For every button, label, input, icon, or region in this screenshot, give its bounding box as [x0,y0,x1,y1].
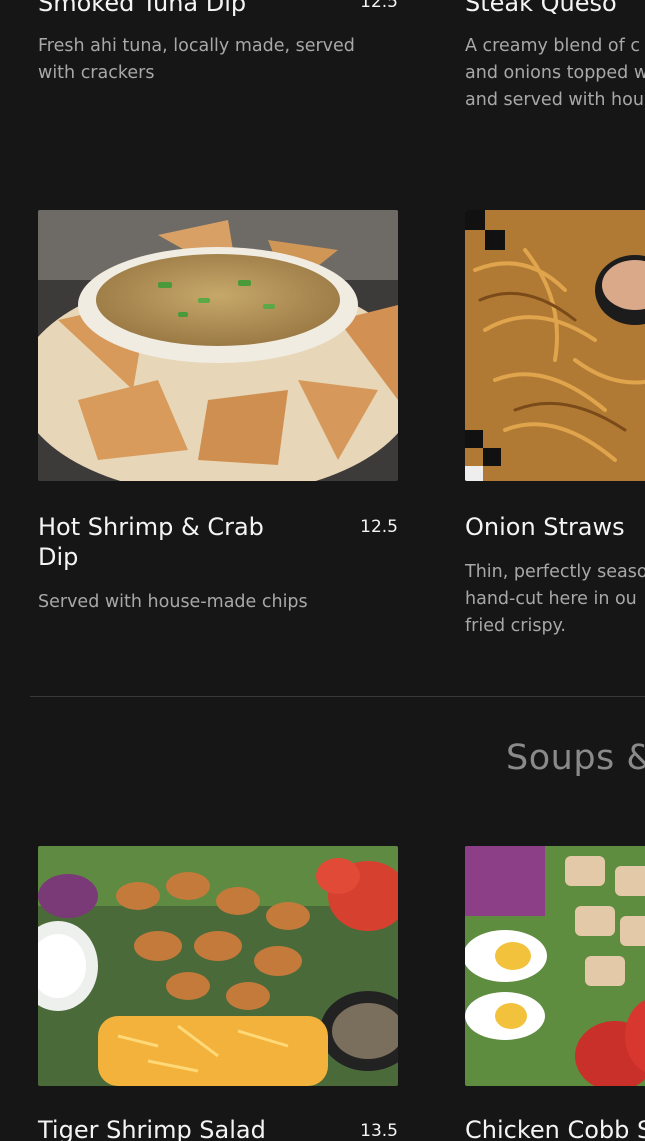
item-title-steak-queso: Steak Queso [465,0,617,17]
item-description-hot-shrimp-crab-dip: Served with house-made chips [38,592,308,612]
section-title-soups: Soups & [506,738,645,778]
item-title-hot-shrimp-crab-dip: Hot Shrimp & Crab Dip [38,513,264,571]
item-description-smoked-tuna-dip: Fresh ahi tuna, locally made, served wit… [38,36,355,83]
item-title-tiger-shrimp-salad: Tiger Shrimp Salad [38,1116,266,1141]
item-title-smoked-tuna-dip: Smoked Tuna Dip [38,0,247,17]
item-title-onion-straws: Onion Straws [465,513,625,541]
item-description-onion-straws: Thin, perfectly seaso hand-cut here in o… [465,562,645,636]
item-description-steak-queso: A creamy blend of c and onions topped w … [465,36,645,110]
item-price-smoked-tuna-dip: 12.5 [360,0,398,12]
chicken-cobb-salad-photo[interactable] [465,846,645,1086]
item-title-chicken-cobb-salad: Chicken Cobb S [465,1116,645,1141]
onion-straws-photo[interactable] [465,210,645,481]
item-price-tiger-shrimp-salad: 13.5 [360,1121,398,1141]
menu-page: Smoked Tuna Dip 12.5 Fresh ahi tuna, loc… [0,0,645,1141]
item-price-hot-shrimp-crab-dip: 12.5 [360,517,398,537]
section-divider [30,696,645,697]
hot-shrimp-crab-dip-photo[interactable] [38,210,398,481]
tiger-shrimp-salad-photo[interactable] [38,846,398,1086]
